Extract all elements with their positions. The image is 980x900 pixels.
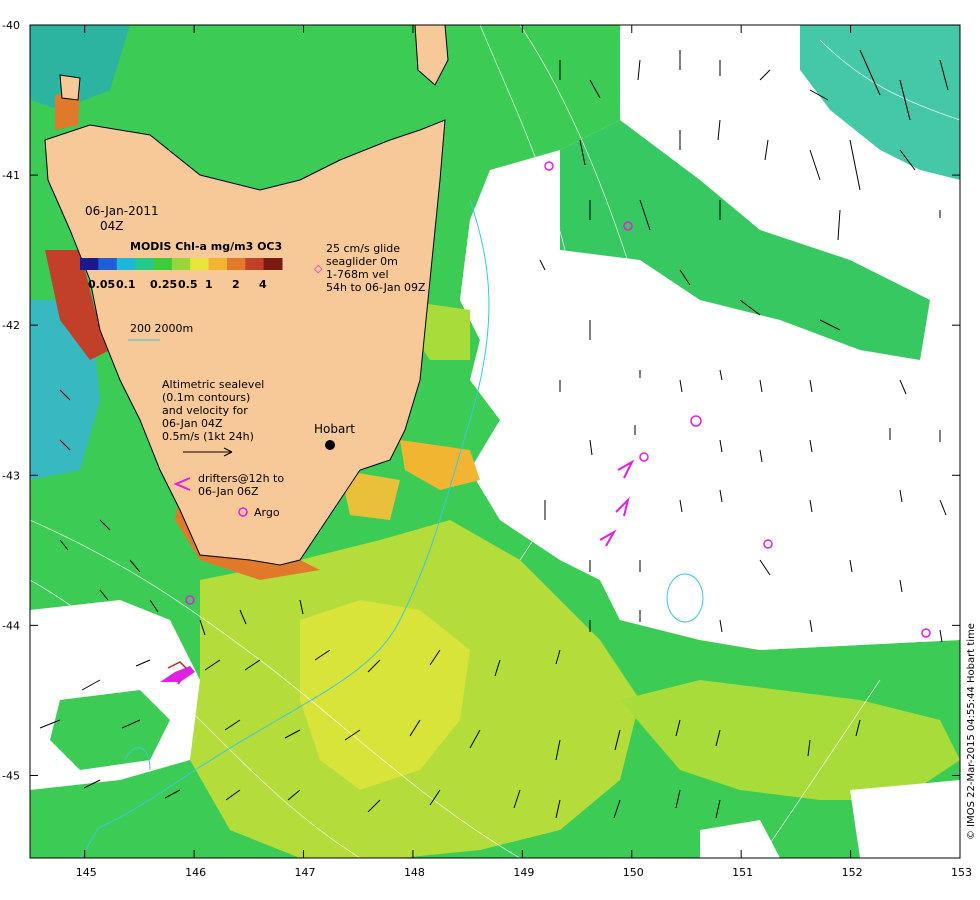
colorbar-segment bbox=[263, 258, 283, 270]
colorbar bbox=[80, 258, 283, 270]
colorbar-tick-label: 1 bbox=[205, 278, 213, 291]
x-tick-label: 150 bbox=[623, 866, 644, 879]
y-tick-label: -45 bbox=[2, 769, 20, 782]
x-tick-label: 146 bbox=[185, 866, 206, 879]
colorbar-title: MODIS Chl-a mg/m3 OC3 bbox=[130, 240, 282, 253]
colorbar-tick-label: 0.1 bbox=[116, 278, 136, 291]
glider-legend-marker: ◇ bbox=[314, 262, 323, 275]
colorbar-tick-label: 4 bbox=[259, 278, 267, 291]
colorbar-segment bbox=[190, 258, 210, 270]
y-tick-label: -42 bbox=[2, 319, 20, 332]
x-tick-label: 153 bbox=[951, 866, 972, 879]
sealevel-legend-line: 0.5m/s (1kt 24h) bbox=[162, 430, 254, 443]
colorbar-tick-label: 2 bbox=[232, 278, 240, 291]
y-tick-label: -40 bbox=[2, 19, 20, 32]
colorbar-tick-label: 0.5 bbox=[178, 278, 198, 291]
hobart-label: Hobart bbox=[314, 422, 355, 436]
y-tick-label: -43 bbox=[2, 469, 20, 482]
colorbar-tick-label: 0.05 bbox=[88, 278, 115, 291]
drifter-legend-line: drifters@12h to bbox=[198, 472, 284, 485]
x-tick-label: 149 bbox=[513, 866, 534, 879]
sealevel-legend-line: (0.1m contours) bbox=[162, 391, 250, 404]
x-tick-label: 152 bbox=[842, 866, 863, 879]
colorbar-tick-label: 0.25 bbox=[150, 278, 177, 291]
glider-legend-line: 54h to 06-Jan 09Z bbox=[326, 281, 426, 294]
colorbar-segment bbox=[245, 258, 265, 270]
x-tick-label: 151 bbox=[732, 866, 753, 879]
colorbar-segment bbox=[226, 258, 246, 270]
y-tick-label: -44 bbox=[2, 619, 20, 632]
x-tick-label: 148 bbox=[404, 866, 425, 879]
glider-legend-line: seaglider 0m bbox=[326, 255, 398, 268]
sealevel-legend-line: and velocity for bbox=[162, 404, 248, 417]
chlorophyll-map: Hobart 06-Jan-2011 04Z MODIS Chl-a mg/m3… bbox=[2, 19, 977, 879]
sealevel-legend-line: 06-Jan 04Z bbox=[162, 417, 223, 430]
map-date: 06-Jan-2011 bbox=[85, 204, 159, 218]
x-tick-label: 147 bbox=[295, 866, 316, 879]
hobart-marker bbox=[325, 440, 335, 450]
colorbar-segment bbox=[208, 258, 228, 270]
colorbar-segment bbox=[171, 258, 191, 270]
king-island bbox=[59, 74, 81, 101]
credit-text: © IMOS 22-Mar-2015 04:55:44 Hobart time bbox=[966, 623, 977, 840]
colorbar-segment bbox=[80, 258, 99, 270]
colorbar-segment bbox=[98, 258, 118, 270]
y-tick-label: -41 bbox=[2, 169, 20, 182]
contour-legend-label: 200 2000m bbox=[130, 322, 193, 335]
map-hour: 04Z bbox=[100, 219, 124, 233]
glider-legend-line: 25 cm/s glide bbox=[326, 242, 400, 255]
argo-legend-label: Argo bbox=[254, 506, 280, 519]
colorbar-segment bbox=[135, 258, 154, 270]
x-tick-label: 145 bbox=[76, 866, 97, 879]
drifter-legend-line: 06-Jan 06Z bbox=[198, 485, 259, 498]
sealevel-legend-line: Altimetric sealevel bbox=[162, 378, 264, 391]
colorbar-segment bbox=[153, 258, 173, 270]
colorbar-segment bbox=[116, 258, 136, 270]
glider-legend-line: 1-768m vel bbox=[326, 268, 389, 281]
